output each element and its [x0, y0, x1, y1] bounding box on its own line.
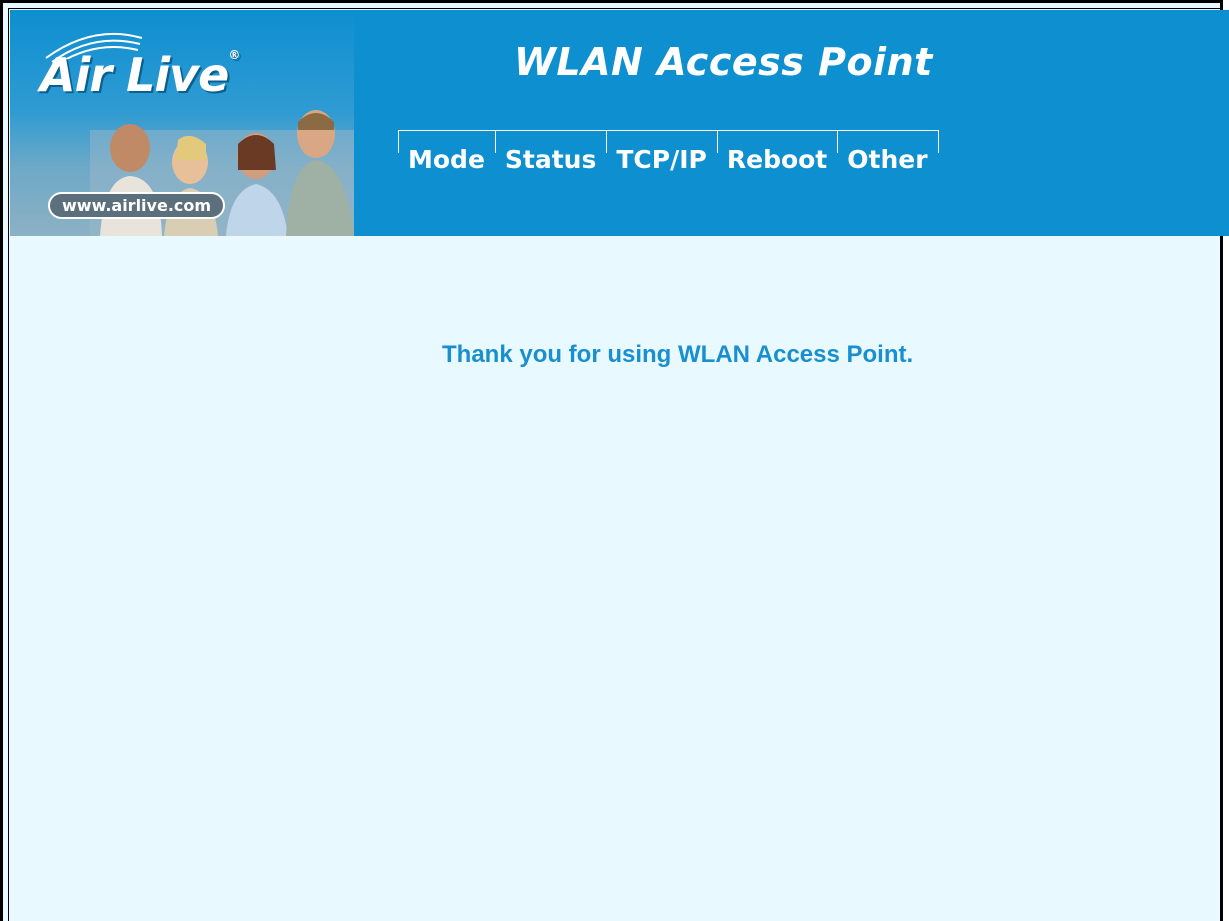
website-url-badge: www.airlive.com: [48, 192, 226, 219]
registered-mark: ®: [228, 48, 240, 62]
nav-item-status[interactable]: Status: [494, 131, 606, 174]
nav-item-reboot[interactable]: Reboot: [716, 131, 837, 174]
app-title: WLAN Access Point: [514, 40, 933, 84]
nav-item-tcpip[interactable]: TCP/IP: [606, 131, 716, 174]
brand-panel: Air Live® www.airlive.com: [10, 10, 354, 236]
brand-logo: Air Live®: [40, 48, 240, 102]
thank-you-message: Thank you for using WLAN Access Point.: [442, 341, 914, 368]
nav-item-mode[interactable]: Mode: [398, 131, 495, 174]
nav-item-other[interactable]: Other: [837, 131, 937, 174]
brand-name: Air Live: [40, 48, 229, 102]
main-nav: Mode Status TCP/IP Reboot Other: [398, 130, 939, 174]
header-banner: Air Live® www.airlive.com WLAN Access Po…: [10, 10, 1229, 236]
nav-divider: [937, 131, 939, 171]
